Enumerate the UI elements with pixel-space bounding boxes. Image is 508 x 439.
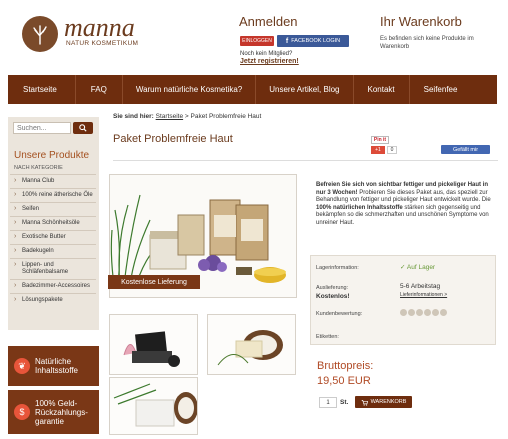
category-item[interactable]: Badezimmer-Accessoires <box>10 279 96 293</box>
facebook-icon: f <box>285 37 289 45</box>
rating-dot-icon <box>408 309 415 316</box>
category-item[interactable]: Manna Schönheitsöle <box>10 216 96 230</box>
category-item[interactable]: Lippen- und Schläfenbalsame <box>10 258 96 279</box>
delivery-label: Auslieferung: <box>316 285 349 291</box>
rating-label: Kundenbewertung: <box>316 311 363 317</box>
rating-dot-icon <box>400 309 407 316</box>
leaf-icon: ❦ <box>14 358 30 374</box>
search-icon <box>79 124 87 132</box>
money-back-badge[interactable]: $ 100% Geld- Rückzahlungs- garantie <box>8 390 99 434</box>
stock-label: Lagerinformation: <box>316 265 359 271</box>
badge-line: 100% Geld- <box>35 398 78 408</box>
not-member-text: Noch kein Mitglied? <box>240 51 293 57</box>
check-icon: ✓ <box>400 264 407 271</box>
facebook-like-button[interactable]: Gefällt mir <box>441 145 490 154</box>
quantity-input[interactable]: 1 <box>319 397 337 408</box>
tree-icon <box>33 25 47 45</box>
main-nav: Startseite FAQ Warum natürliche Kosmetik… <box>8 75 497 104</box>
rating-stars[interactable] <box>400 309 448 318</box>
stock-value: ✓ Auf Lager <box>400 263 435 271</box>
search-input[interactable] <box>13 122 71 134</box>
google-plus-button[interactable]: +1 <box>371 146 385 154</box>
cart-empty-text: Es befinden sich keine Produkte im Waren… <box>380 36 474 50</box>
delivery-days: 5-6 Arbeitstag <box>400 283 441 290</box>
breadcrumb: Sie sind hier: Startseite > Paket Proble… <box>113 113 261 120</box>
brand-name[interactable]: manna <box>64 15 135 41</box>
product-description: Befreien Sie sich von sichtbar fettiger … <box>316 182 493 227</box>
register-link[interactable]: Jetzt registrieren! <box>240 58 299 65</box>
badge-line: Inhaltsstoffe <box>35 366 78 375</box>
money-icon: $ <box>14 404 30 420</box>
brand-subtitle: NATUR KOSMETIKUM <box>66 40 139 47</box>
labels-label: Etiketten: <box>316 334 339 340</box>
products-title: Unsere Produkte <box>14 150 90 161</box>
rating-dot-icon <box>440 309 447 316</box>
category-item[interactable]: Manna Club <box>10 174 96 188</box>
stock-status: Auf Lager <box>406 264 436 271</box>
price-label: Bruttopreis: <box>317 360 374 372</box>
pinterest-button[interactable]: Pin it <box>371 136 389 144</box>
product-thumbnail[interactable] <box>109 314 198 375</box>
badge-line: garantie <box>35 416 64 426</box>
breadcrumb-current: Paket Problemfreie Haut <box>190 113 262 120</box>
badge-line: Natürliche <box>35 357 72 366</box>
google-plus-count: 0 <box>387 146 397 154</box>
breadcrumb-prefix: Sie sind hier: <box>113 113 154 120</box>
price-value: 19,50 EUR <box>317 375 371 387</box>
facebook-login-label: FACEBOOK LOGIN <box>291 38 341 44</box>
delivery-info-link[interactable]: Lieferinformationen > <box>400 292 447 298</box>
rating-dot-icon <box>416 309 423 316</box>
add-to-cart-label: WARENKORB <box>370 399 407 405</box>
natural-ingredients-badge[interactable]: ❦ Natürliche Inhaltsstoffe <box>8 346 99 386</box>
quantity-unit: St. <box>340 399 349 406</box>
nav-item-faq[interactable]: FAQ <box>76 75 123 104</box>
nav-item-startseite[interactable]: Startseite <box>8 75 76 104</box>
delivery-free: Kostenlos! <box>316 293 350 300</box>
nav-item-warum[interactable]: Warum natürliche Kosmetika? <box>123 75 257 104</box>
brand-logo[interactable] <box>22 16 58 52</box>
nav-item-kontakt[interactable]: Kontakt <box>354 75 410 104</box>
login-title: Anmelden <box>239 14 298 29</box>
product-thumbnail[interactable] <box>207 314 296 375</box>
badge-line: Rückzahlungs- <box>35 407 88 417</box>
description-highlight: 100% natürlichen Inhaltsstoffe <box>316 204 403 211</box>
page-title: Paket Problemfreie Haut <box>113 133 233 145</box>
rating-dot-icon <box>432 309 439 316</box>
login-button[interactable]: EINLOGGEN <box>240 36 274 46</box>
category-item[interactable]: Lösungspakete <box>10 293 96 307</box>
category-item[interactable]: Exotische Butter <box>10 230 96 244</box>
add-to-cart-button[interactable]: WARENKORB <box>355 396 412 408</box>
nav-item-blog[interactable]: Unsere Artikel, Blog <box>256 75 354 104</box>
divider <box>113 160 498 161</box>
category-item[interactable]: Seifen <box>10 202 96 216</box>
facebook-like-label: Gefällt mir <box>452 146 479 153</box>
rating-dot-icon <box>424 309 431 316</box>
category-item[interactable]: 100% reine ätherische Öle <box>10 188 96 202</box>
breadcrumb-home-link[interactable]: Startseite <box>156 113 183 120</box>
category-list: Manna Club 100% reine ätherische Öle Sei… <box>10 174 96 307</box>
search-button[interactable] <box>73 122 93 134</box>
cart-icon <box>361 399 368 406</box>
category-item[interactable]: Badekugeln <box>10 244 96 258</box>
products-subtitle: NACH KATEGORIE <box>14 165 63 171</box>
cart-title[interactable]: Ihr Warenkorb <box>380 14 462 29</box>
facebook-login-button[interactable]: f FACEBOOK LOGIN <box>277 35 349 47</box>
nav-item-seifenfee[interactable]: Seifenfee <box>410 75 472 104</box>
breadcrumb-separator: > <box>184 113 189 120</box>
product-thumbnail[interactable] <box>109 377 198 435</box>
free-delivery-ribbon: Kostenlose Lieferung <box>108 275 200 289</box>
